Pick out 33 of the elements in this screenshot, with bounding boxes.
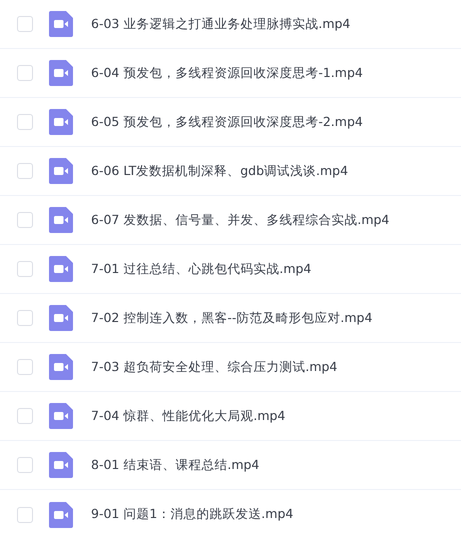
checkbox[interactable]: [17, 16, 33, 32]
file-name[interactable]: 7-01 过往总结、心跳包代码实战.mp4: [91, 260, 312, 278]
video-file-icon: [49, 305, 73, 331]
checkbox[interactable]: [17, 408, 33, 424]
file-name[interactable]: 6-06 LT发数据机制深释、gdb调试浅谈.mp4: [91, 162, 348, 180]
file-name[interactable]: 6-03 业务逻辑之打通业务处理脉搏实战.mp4: [91, 16, 350, 32]
checkbox[interactable]: [17, 310, 33, 326]
checkbox[interactable]: [17, 212, 33, 228]
file-name[interactable]: 8-01 结束语、课程总结.mp4: [91, 456, 260, 474]
file-name[interactable]: 6-04 预发包，多线程资源回收深度思考-1.mp4: [91, 64, 363, 82]
video-file-icon: [49, 11, 73, 37]
checkbox[interactable]: [17, 261, 33, 277]
file-name[interactable]: 7-03 超负荷安全处理、综合压力测试.mp4: [91, 358, 338, 376]
checkbox[interactable]: [17, 359, 33, 375]
file-name[interactable]: 7-04 惊群、性能优化大局观.mp4: [91, 408, 286, 424]
video-file-icon: [49, 109, 73, 135]
checkbox[interactable]: [17, 506, 33, 522]
video-file-icon: [49, 354, 73, 380]
file-name[interactable]: 7-02 控制连入数，黑客--防范及畸形包应对.mp4: [91, 310, 372, 326]
video-file-icon: [49, 256, 73, 282]
checkbox[interactable]: [17, 114, 33, 130]
video-file-icon: [49, 60, 73, 86]
file-name[interactable]: 6-05 预发包，多线程资源回收深度思考-2.mp4: [91, 114, 363, 130]
video-file-icon: [49, 502, 73, 528]
video-file-icon: [49, 158, 73, 184]
file-name[interactable]: 6-07 发数据、信号量、并发、多线程综合实战.mp4: [91, 212, 390, 228]
checkbox[interactable]: [17, 457, 33, 473]
video-file-icon: [49, 403, 73, 429]
video-file-icon: [49, 207, 73, 233]
checkbox[interactable]: [17, 163, 33, 179]
checkbox[interactable]: [17, 65, 33, 81]
video-file-icon: [49, 452, 73, 478]
file-name[interactable]: 9-01 问题1：消息的跳跃发送.mp4: [91, 506, 294, 523]
